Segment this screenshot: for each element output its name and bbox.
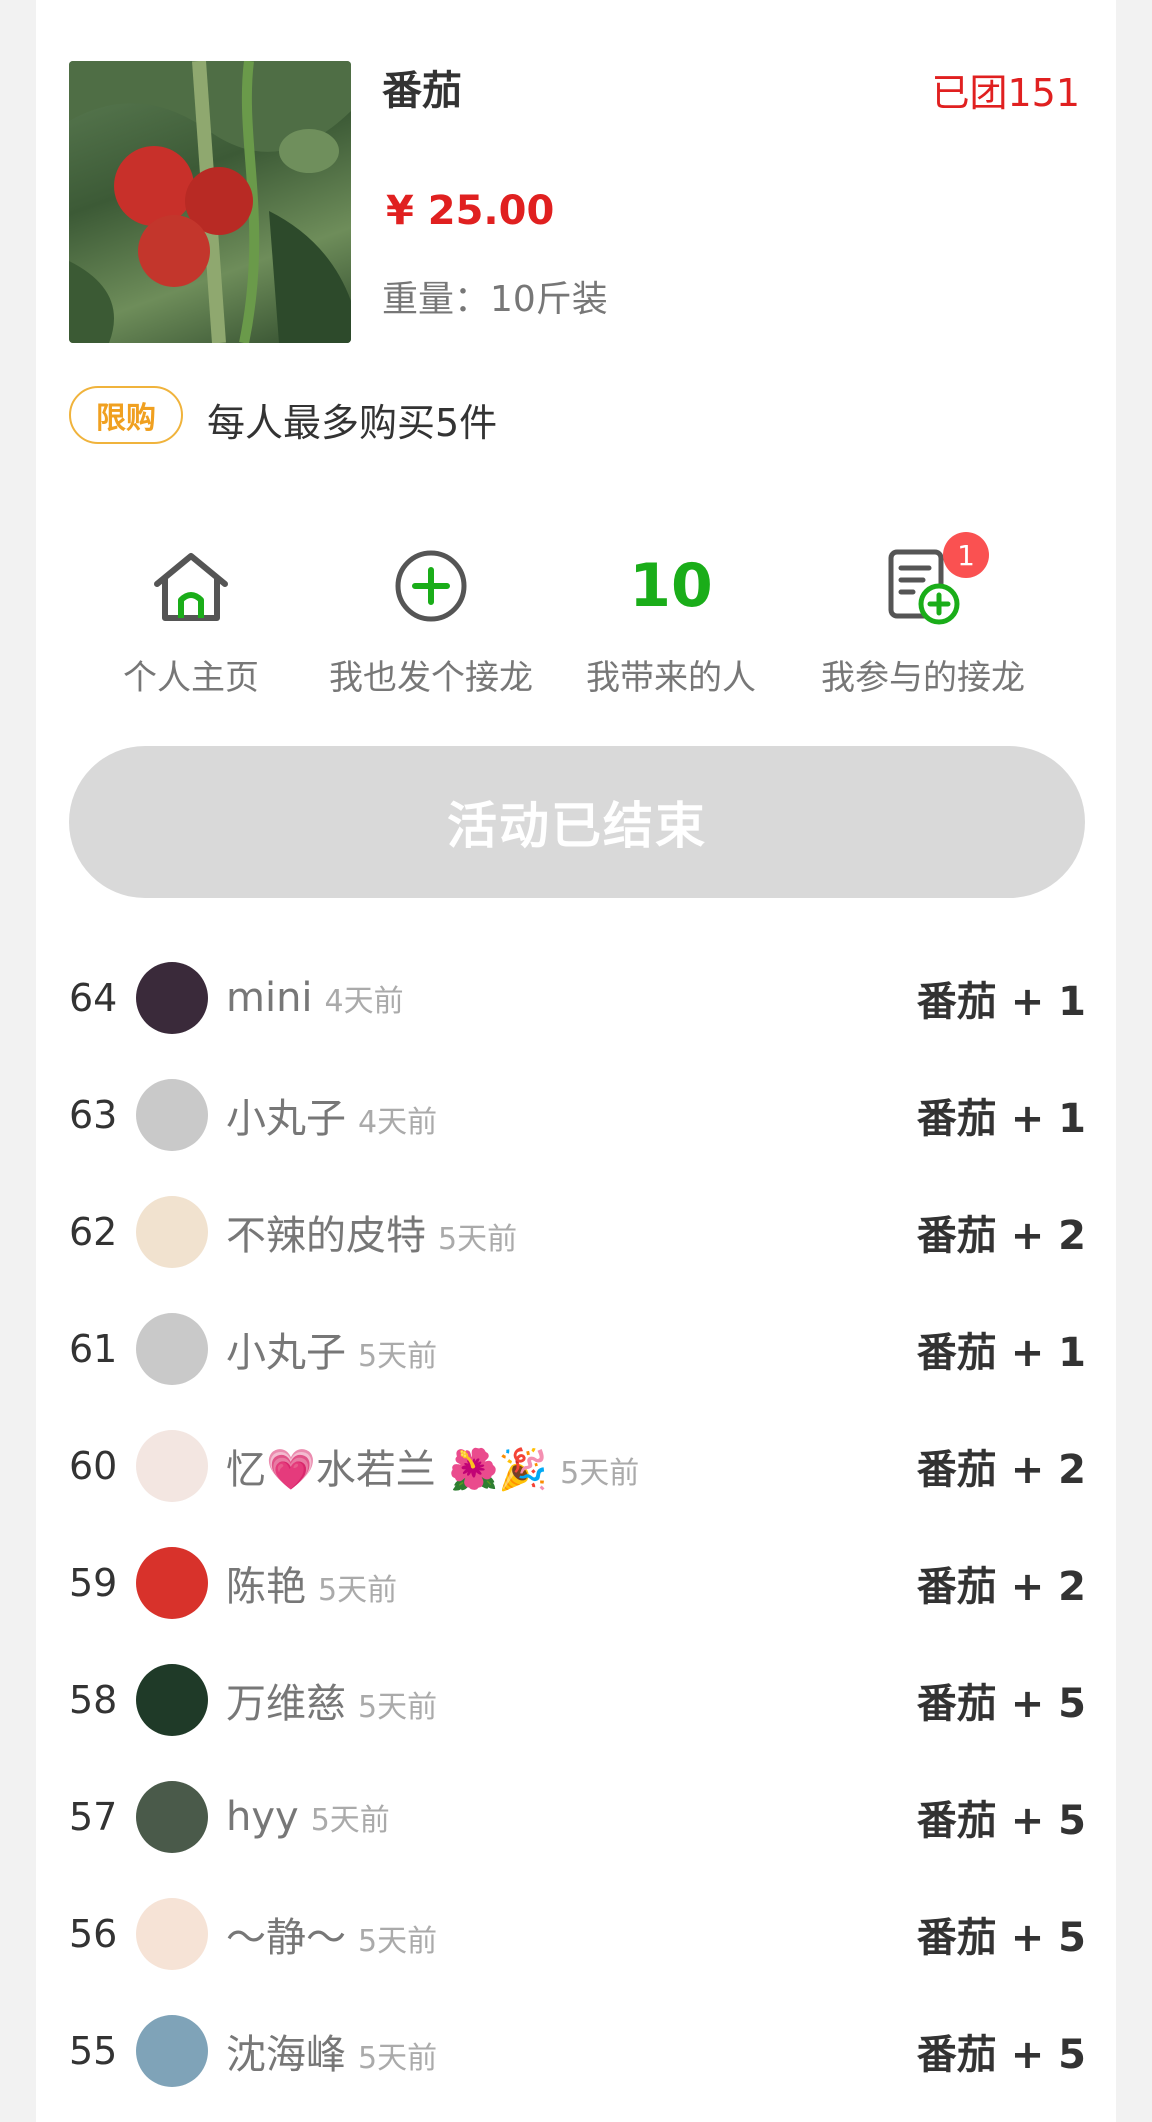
order-time: 5天前 (310, 1802, 390, 1838)
action-my-relays[interactable]: 1 我参与的接龙 (803, 532, 1043, 699)
order-user-name: mini (226, 974, 313, 1021)
limit-badge: 限购 (69, 386, 183, 444)
order-time: 5天前 (438, 1221, 518, 1257)
order-time: 5天前 (358, 2040, 438, 2076)
order-user-name: 忆💗水若兰 🌺🎉 (226, 1446, 549, 1493)
product-name: 番茄 (382, 68, 462, 114)
order-quantity: 番茄 + 5 (916, 2031, 1086, 2078)
avatar[interactable] (136, 1078, 208, 1151)
action-create-relay[interactable]: 我也发个接龙 (311, 540, 551, 699)
action-referrals[interactable]: 10 我带来的人 (551, 540, 791, 699)
order-time: 4天前 (324, 983, 404, 1019)
order-user-name: 沈海峰 (226, 2031, 346, 2078)
order-user-name: 万维慈 (226, 1680, 346, 1727)
order-index: 59 (69, 1560, 118, 1605)
order-user-name: 陈艳 (226, 1563, 306, 1610)
action-my-relays-label: 我参与的接龙 (821, 658, 1025, 698)
order-index: 61 (69, 1326, 118, 1371)
order-user-name: 小丸子 (226, 1329, 346, 1376)
product-weight: 重量：10斤装 (382, 279, 608, 320)
order-index: 63 (69, 1092, 118, 1137)
order-index: 57 (69, 1794, 118, 1839)
order-time: 5天前 (358, 1923, 438, 1959)
action-create-relay-label: 我也发个接龙 (329, 658, 533, 698)
order-row[interactable]: 56 ～静～ 5天前 番茄 + 5 (36, 1875, 1116, 1992)
order-time: 4天前 (358, 1104, 438, 1140)
avatar[interactable] (136, 1195, 208, 1268)
order-row[interactable]: 58 万维慈 5天前 番茄 + 5 (36, 1641, 1116, 1758)
avatar[interactable] (136, 2014, 208, 2087)
action-home[interactable]: 个人主页 (71, 540, 311, 699)
tomato-photo-icon (69, 61, 351, 343)
order-row[interactable]: 62 不辣的皮特 5天前 番茄 + 2 (36, 1173, 1116, 1290)
order-quantity: 番茄 + 1 (916, 1329, 1086, 1376)
order-index: 58 (69, 1677, 118, 1722)
action-referrals-label: 我带来的人 (586, 658, 756, 698)
order-user-name: 不辣的皮特 (226, 1212, 426, 1259)
avatar[interactable] (136, 961, 208, 1034)
order-index: 62 (69, 1209, 118, 1254)
product-image[interactable] (69, 61, 351, 343)
order-index: 56 (69, 1911, 118, 1956)
order-row[interactable]: 61 小丸子 5天前 番茄 + 1 (36, 1290, 1116, 1407)
order-time: 5天前 (560, 1455, 640, 1491)
order-quantity: 番茄 + 2 (916, 1212, 1086, 1259)
order-time: 5天前 (358, 1689, 438, 1725)
order-quantity: 番茄 + 5 (916, 1797, 1086, 1844)
order-list: 64 mini 4天前 番茄 + 1 63 小丸子 4天前 番茄 + 1 62 不辣的皮特 5天前番… (36, 939, 1116, 2109)
order-quantity: 番茄 + 1 (916, 1095, 1086, 1142)
product-price: ¥ 25.00 (386, 188, 555, 234)
order-time: 5天前 (358, 1338, 438, 1374)
activity-ended-button[interactable]: 活动已结束 (69, 746, 1085, 898)
avatar[interactable] (136, 1429, 208, 1502)
order-row[interactable]: 64 mini 4天前 番茄 + 1 (36, 939, 1116, 1056)
order-row[interactable]: 59 陈艳 5天前 番茄 + 2 (36, 1524, 1116, 1641)
order-row[interactable]: 63 小丸子 4天前 番茄 + 1 (36, 1056, 1116, 1173)
order-row[interactable]: 60 忆💗水若兰 🌺🎉 5天前 番茄 + 2 (36, 1407, 1116, 1524)
avatar[interactable] (136, 1663, 208, 1736)
referral-count: 10 (629, 551, 713, 621)
order-row[interactable]: 57 hyy 5天前 番茄 + 5 (36, 1758, 1116, 1875)
order-quantity: 番茄 + 5 (916, 1914, 1086, 1961)
order-index: 60 (69, 1443, 118, 1488)
avatar[interactable] (136, 1897, 208, 1970)
order-index: 55 (69, 2028, 118, 2073)
order-quantity: 番茄 + 2 (916, 1563, 1086, 1610)
order-user-name: 小丸子 (226, 1095, 346, 1142)
group-buy-card: 番茄 已团151 ¥ 25.00 重量：10斤装 限购 每人最多购买5件 个人主… (36, 0, 1116, 2122)
my-relays-badge: 1 (943, 532, 989, 578)
limit-text: 每人最多购买5件 (207, 401, 498, 445)
avatar[interactable] (136, 1546, 208, 1619)
order-user-name: ～静～ (226, 1914, 346, 1961)
order-quantity: 番茄 + 5 (916, 1680, 1086, 1727)
order-row[interactable]: 55 沈海峰 5天前 番茄 + 5 (36, 1992, 1116, 2109)
avatar[interactable] (136, 1312, 208, 1385)
order-user-name: hyy (226, 1793, 299, 1840)
order-time: 5天前 (318, 1572, 398, 1608)
sold-count: 已团151 (931, 71, 1080, 115)
order-index: 64 (69, 975, 118, 1020)
order-quantity: 番茄 + 2 (916, 1446, 1086, 1493)
avatar[interactable] (136, 1780, 208, 1853)
action-home-label: 个人主页 (123, 658, 259, 698)
order-quantity: 番茄 + 1 (916, 978, 1086, 1025)
home-icon (154, 553, 228, 621)
plus-circle-icon (395, 550, 467, 622)
